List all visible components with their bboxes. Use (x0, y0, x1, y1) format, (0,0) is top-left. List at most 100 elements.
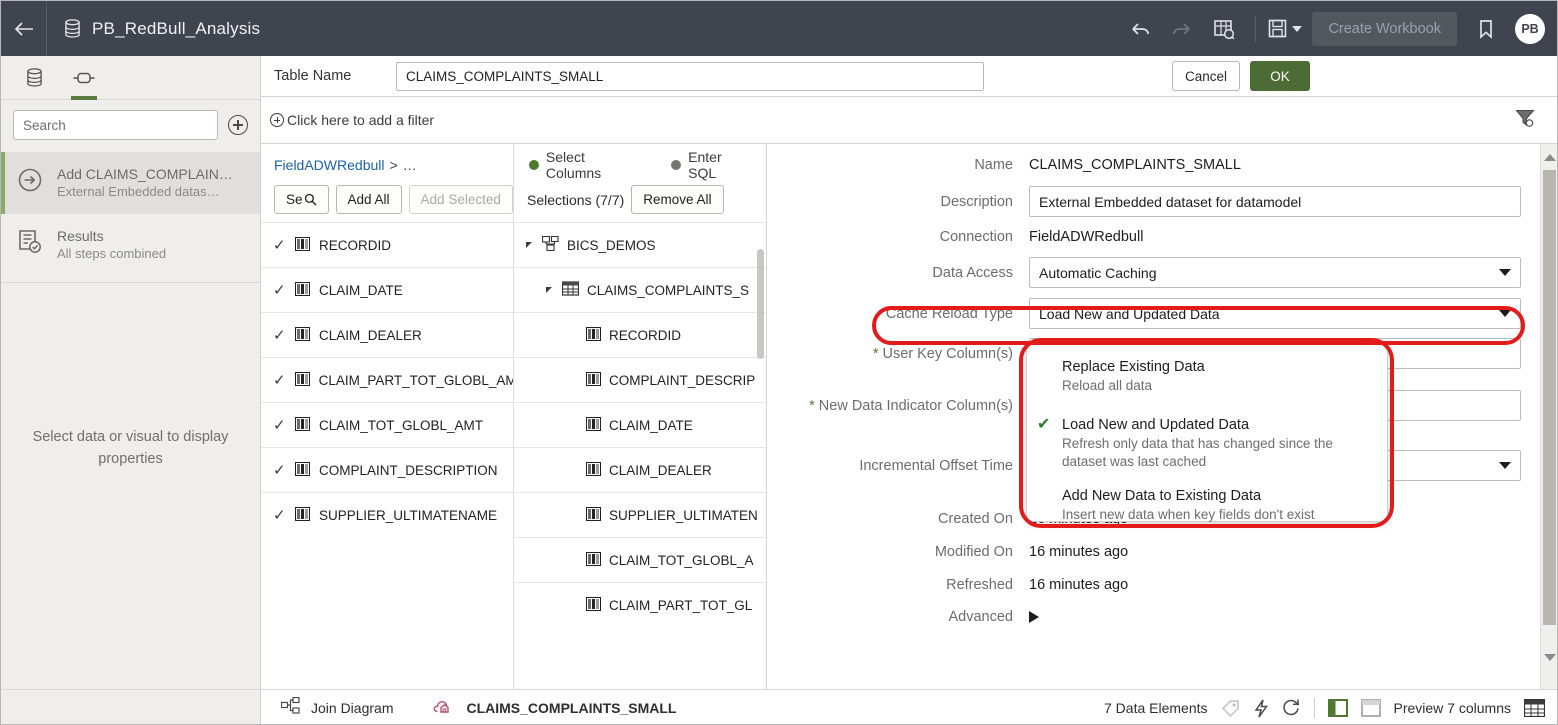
selections-scrollbar-thumb[interactable] (757, 249, 764, 359)
sidebar-tabs (1, 56, 260, 100)
lightning-icon (1254, 699, 1268, 717)
name-value: CLAIMS_COMPLAINTS_SMALL (1029, 157, 1241, 173)
table-name-bar: Table Name CLAIMS_COMPLAINTS_SMALL Cance… (261, 56, 1557, 97)
sidebar-step-add-dataset[interactable]: Add CLAIMS_COMPLAIN… External Embedded d… (1, 152, 260, 214)
redo-button[interactable] (1163, 10, 1201, 48)
sidebar-tab-dataset[interactable] (19, 56, 49, 100)
list-item[interactable]: CLAIM_PART_TOT_GL (514, 582, 766, 627)
add-filter-button[interactable]: Click here to add a filter (261, 112, 434, 128)
undo-button[interactable] (1121, 10, 1159, 48)
list-item[interactable]: ✓ COMPLAINT_DESCRIPTION (261, 447, 513, 492)
advanced-expand-triangle-icon[interactable] (1029, 611, 1039, 623)
list-item[interactable]: CLAIM_TOT_GLOBL_A (514, 537, 766, 582)
description-input[interactable]: External Embedded dataset for datamodel (1029, 186, 1521, 217)
refresh-icon (1282, 699, 1299, 715)
toolbar-divider (1255, 15, 1257, 42)
created-on-label: Created On (938, 511, 1013, 527)
tab-join-diagram[interactable]: Join Diagram (261, 690, 413, 725)
grid-view-button[interactable] (1524, 699, 1545, 717)
join-node-icon (73, 72, 95, 83)
add-all-button[interactable]: Add All (335, 185, 402, 214)
check-icon (1037, 358, 1055, 395)
scroll-up-button[interactable] (1541, 146, 1557, 168)
back-button[interactable] (1, 1, 47, 56)
list-item[interactable]: ✓ CLAIM_PART_TOT_GLOBL_AM (261, 357, 513, 402)
column-name: CLAIM_PART_TOT_GL (609, 597, 753, 613)
cache-reload-dropdown-menu[interactable]: Replace Existing Data Reload all data ✔ … (1026, 344, 1388, 522)
list-item[interactable]: ✓ CLAIM_TOT_GLOBL_AMT (261, 402, 513, 447)
triangle-expanded-icon[interactable] (526, 242, 532, 248)
property-row-advanced: Advanced (767, 609, 1557, 625)
remove-all-button[interactable]: Remove All (631, 185, 724, 214)
save-button[interactable] (1268, 19, 1303, 38)
bottom-bar-status: 7 Data Elements Preview 7 columns (1104, 698, 1557, 718)
sidebar-tab-join[interactable] (69, 56, 99, 100)
column-icon (295, 326, 310, 344)
tab-claims-complaints-small[interactable]: CLAIMS_COMPLAINTS_SMALL (413, 690, 696, 724)
column-name: RECORDID (319, 237, 392, 253)
plus-circle-icon (270, 113, 284, 127)
cancel-button[interactable]: Cancel (1172, 61, 1240, 91)
list-item[interactable]: ✓ RECORDID (261, 222, 513, 267)
dropdown-option-load-new-updated[interactable]: ✔ Load New and Updated Data Refresh only… (1027, 411, 1387, 476)
scroll-down-button[interactable] (1541, 646, 1557, 668)
tree-node-table[interactable]: CLAIMS_COMPLAINTS_S (514, 267, 766, 312)
required-marker: * (809, 397, 815, 414)
step-subtitle: All steps combined (57, 246, 167, 261)
cache-reload-select[interactable]: Load New and Updated Data (1029, 298, 1521, 329)
name-label: Name (974, 157, 1013, 173)
left-sidebar: Search Add CLAIMS_COMPLAIN… External Emb… (1, 56, 261, 724)
tree-node-schema[interactable]: BICS_DEMOS (514, 222, 766, 267)
chevron-down-icon[interactable] (1292, 25, 1303, 32)
search-columns-button[interactable]: Se (274, 185, 329, 214)
application-window: PB_RedBull_Analysis Create Workbook PB S… (0, 0, 1558, 725)
data-access-select[interactable]: Automatic Caching (1029, 257, 1521, 288)
data-preview-button[interactable] (1205, 10, 1243, 48)
table-name-input[interactable]: CLAIMS_COMPLAINTS_SMALL (396, 61, 984, 91)
dropdown-option-add-new-to-existing[interactable]: Add New Data to Existing Data Insert new… (1027, 482, 1387, 529)
breadcrumb-root[interactable]: FieldADWRedbull (274, 157, 384, 173)
search-input[interactable]: Search (13, 110, 218, 140)
redo-icon (1173, 22, 1191, 35)
list-item[interactable]: RECORDID (514, 312, 766, 357)
list-item[interactable]: SUPPLIER_ULTIMATEN (514, 492, 766, 537)
step-title: Add CLAIMS_COMPLAIN… (57, 166, 233, 182)
sidebar-step-results[interactable]: Results All steps combined (1, 214, 260, 276)
cloud-dataset-icon (433, 698, 455, 719)
list-item[interactable]: CLAIM_DEALER (514, 447, 766, 492)
top-toolbar-actions: Create Workbook PB (1121, 10, 1557, 48)
page-title: PB_RedBull_Analysis (92, 18, 261, 38)
preview-columns-label: Preview 7 columns (1393, 700, 1512, 716)
add-step-button[interactable] (228, 115, 248, 135)
lightning-button[interactable] (1253, 699, 1269, 718)
document-title-group: PB_RedBull_Analysis (47, 19, 260, 39)
toggle-bottom-panel-button[interactable] (1360, 699, 1381, 717)
create-workbook-button[interactable]: Create Workbook (1312, 11, 1457, 46)
toggle-left-panel-button[interactable] (1327, 699, 1348, 717)
dropdown-option-replace-existing[interactable]: Replace Existing Data Reload all data (1027, 353, 1387, 400)
refresh-button[interactable] (1282, 699, 1301, 718)
scrollbar-thumb[interactable] (1543, 170, 1556, 625)
triangle-expanded-icon[interactable] (546, 287, 552, 293)
list-item[interactable]: ✓ CLAIM_DATE (261, 267, 513, 312)
radio-select-columns[interactable]: Select Columns (529, 149, 643, 181)
list-item[interactable]: ✓ CLAIM_DEALER (261, 312, 513, 357)
list-item[interactable]: ✓ SUPPLIER_ULTIMATENAME (261, 492, 513, 537)
tag-button[interactable] (1221, 699, 1240, 718)
bookmark-button[interactable] (1467, 10, 1505, 48)
column-icon (586, 371, 601, 389)
ok-button[interactable]: OK (1250, 61, 1310, 91)
list-item[interactable]: COMPLAINT_DESCRIP (514, 357, 766, 402)
database-icon (65, 19, 80, 38)
properties-scrollbar[interactable] (1540, 144, 1557, 689)
column-name: CLAIM_DATE (609, 417, 693, 433)
list-item[interactable]: CLAIM_DATE (514, 402, 766, 447)
breadcrumb-more[interactable]: … (403, 157, 417, 173)
column-icon (295, 506, 310, 524)
add-filter-label: Click here to add a filter (287, 112, 435, 128)
radio-enter-sql[interactable]: Enter SQL (671, 149, 753, 181)
data-access-label: Data Access (932, 264, 1013, 281)
filter-toggle-button[interactable] (1515, 108, 1557, 133)
avatar[interactable]: PB (1515, 13, 1545, 44)
option-title: Add New Data to Existing Data (1062, 488, 1262, 504)
